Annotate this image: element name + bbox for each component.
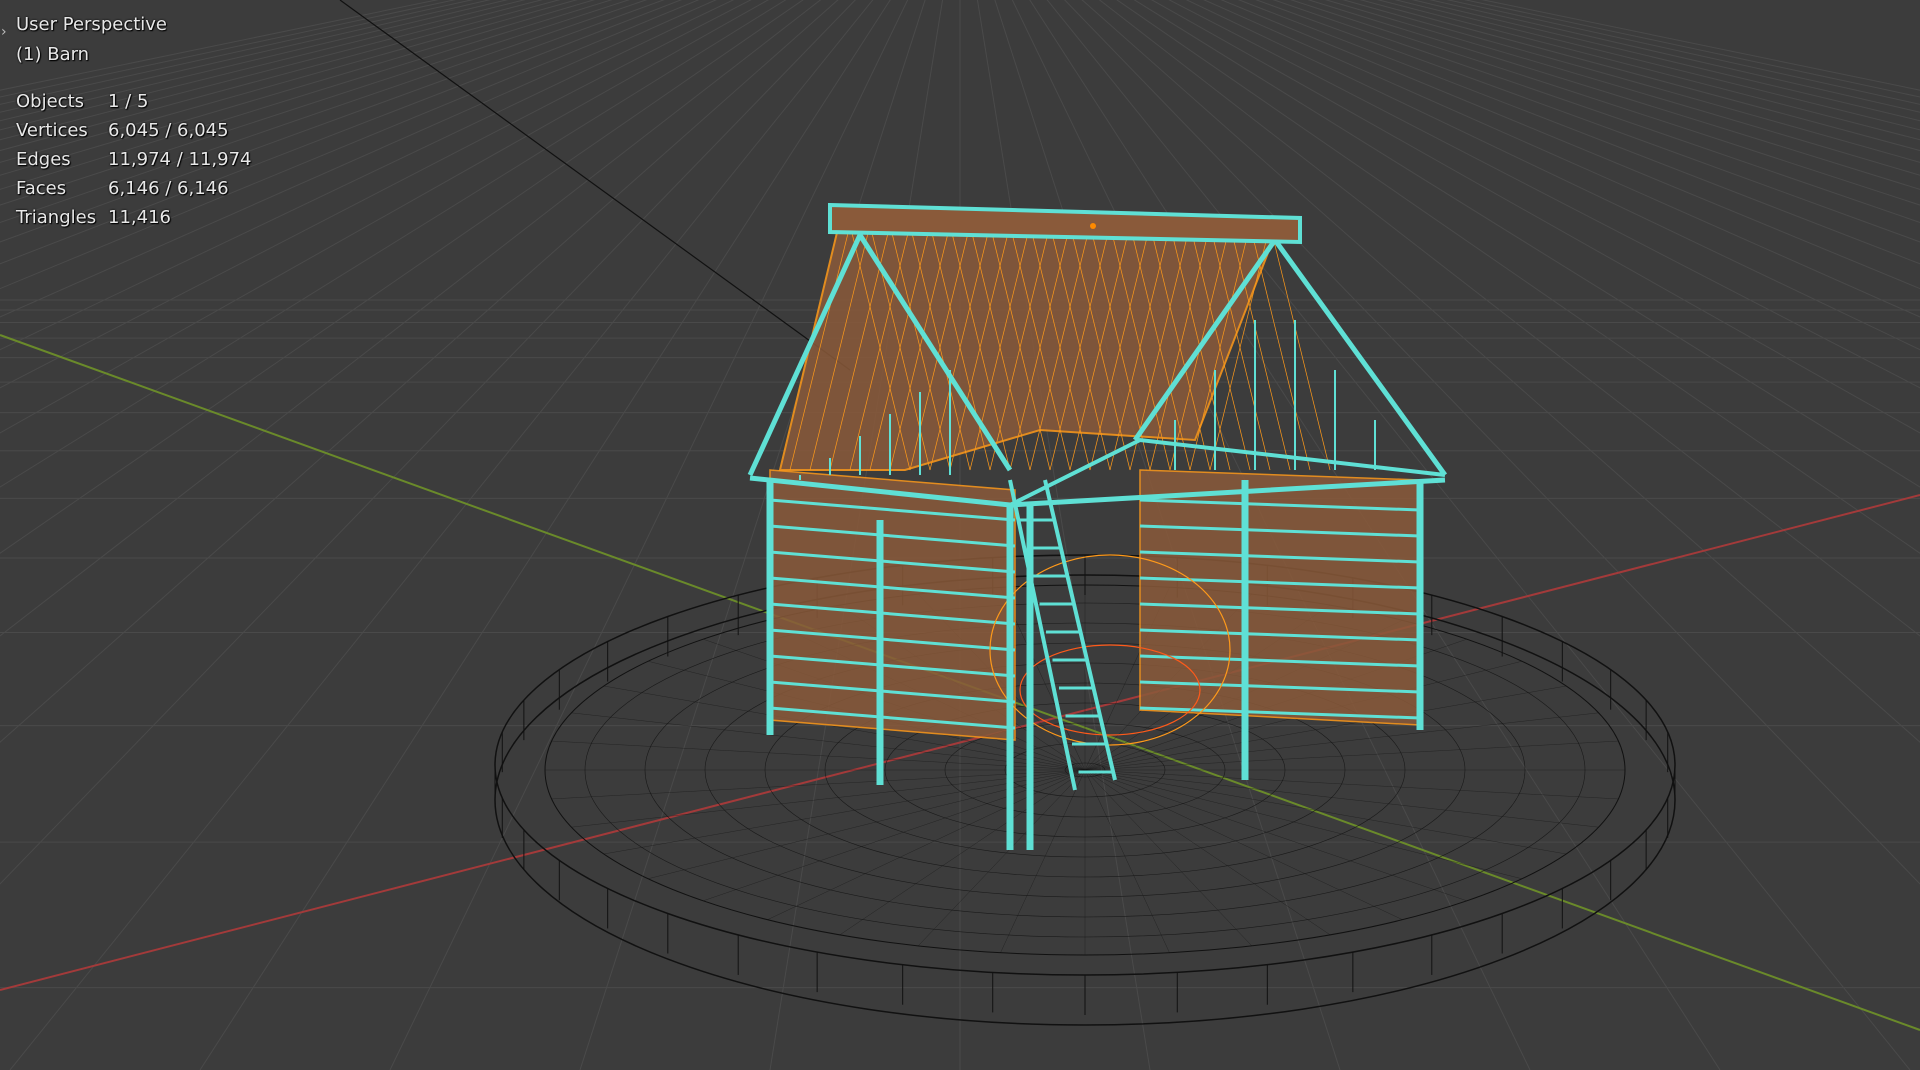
platform-spoke [1084, 769, 1522, 879]
platform-spoke [1084, 769, 1619, 800]
stat-value: 11,416 [108, 207, 171, 228]
stat-label: Vertices [16, 120, 88, 141]
platform-spoke [551, 769, 1086, 800]
grid-line [1481, 0, 1920, 91]
platform-spoke [1084, 740, 1619, 771]
chevron-right-icon[interactable]: › [1, 18, 7, 47]
statistics-panel: Objects 1 / 5 Vertices 6,045 / 6,045 Edg… [16, 87, 251, 232]
stat-row-triangles: Triangles 11,416 [16, 203, 251, 232]
platform-spoke [917, 769, 1086, 947]
object-origin [1090, 223, 1096, 229]
platform-spoke [551, 740, 1086, 771]
stat-label: Triangles [16, 207, 97, 228]
viewport-scene[interactable] [0, 0, 1920, 1070]
platform-spoke [1084, 769, 1403, 920]
platform-spoke [1084, 769, 1599, 828]
platform-spoke [648, 769, 1086, 879]
stat-row-faces: Faces 6,146 / 6,146 [16, 174, 251, 203]
view-name: User Perspective [16, 14, 167, 35]
platform-spoke [839, 769, 1086, 936]
stat-value: 1 / 5 [108, 91, 149, 112]
camera-line [339, 0, 851, 371]
3d-viewport[interactable]: › User Perspective (1) Barn Objects 1 / … [0, 0, 1920, 1070]
platform-spoke [1084, 769, 1170, 953]
roof-surface [778, 218, 1282, 471]
round-platform[interactable] [494, 554, 1676, 1026]
ladder-rail [1008, 479, 1077, 791]
stat-label: Edges [16, 149, 71, 170]
stat-value: 11,974 / 11,974 [108, 149, 252, 170]
active-object-label: (1) Barn [16, 44, 90, 65]
platform-spoke [1084, 769, 1331, 936]
platform-spoke [1084, 769, 1567, 855]
stat-label: Faces [16, 178, 67, 199]
stat-value: 6,045 / 6,045 [108, 120, 229, 141]
stat-value: 6,146 / 6,146 [108, 178, 229, 199]
platform-spoke [1084, 769, 1253, 947]
stat-row-vertices: Vertices 6,045 / 6,045 [16, 116, 251, 145]
stat-label: Objects [16, 91, 85, 112]
grid-line [1394, 0, 1920, 131]
roof-mesh [1269, 224, 1331, 471]
stat-row-edges: Edges 11,974 / 11,974 [16, 145, 251, 174]
stat-row-objects: Objects 1 / 5 [16, 87, 251, 116]
barn-object[interactable] [747, 202, 1448, 850]
